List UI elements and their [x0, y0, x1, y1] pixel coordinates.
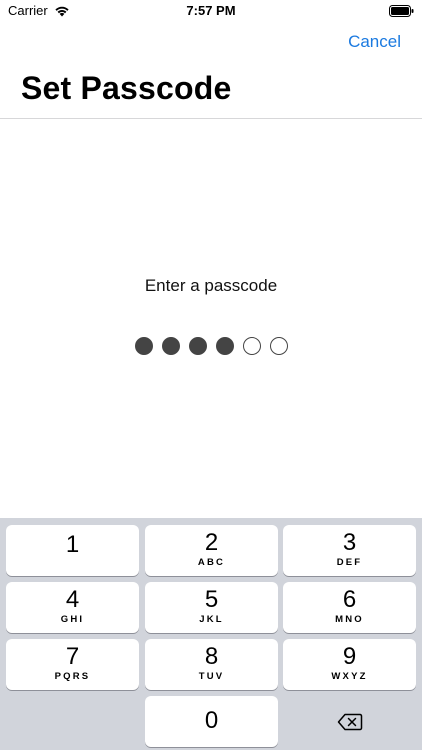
key-9[interactable]: 9 WXYZ [283, 639, 416, 690]
key-digit: 1 [65, 531, 80, 558]
passcode-dot-empty [269, 337, 288, 355]
key-letters: WXYZ [331, 671, 368, 682]
key-6[interactable]: 6 MNO [283, 582, 416, 633]
key-digit: 2 [204, 529, 219, 556]
passcode-dot-filled [134, 337, 153, 355]
battery-icon [389, 5, 414, 17]
key-letters: MNO [335, 614, 364, 625]
passcode-dot-filled [161, 337, 180, 355]
passcode-dot-empty [242, 337, 261, 355]
key-letters: DEF [336, 557, 363, 568]
key-digit: 5 [204, 586, 219, 613]
delete-button[interactable] [283, 696, 416, 747]
passcode-dot-filled [215, 337, 234, 355]
passcode-dot-filled [188, 337, 207, 355]
key-digit: 0 [204, 707, 219, 734]
number-keypad: 0 1 2 ABC 3 DEF 4 GHI 5 JKL 6 MNO 7 PQRS 8 TUV 9 WXYZ [0, 518, 422, 750]
key-letters: TUV [198, 671, 225, 682]
page-title: Set Passcode [21, 70, 232, 106]
key-7[interactable]: 7 PQRS [6, 639, 139, 690]
cancel-button[interactable]: Cancel [348, 32, 401, 52]
status-bar: Carrier 7:57 PM [0, 0, 422, 24]
key-letters: ABC [197, 557, 226, 568]
key-digit: 7 [65, 643, 80, 670]
key-8[interactable]: 8 TUV [145, 639, 278, 690]
key-5[interactable]: 5 JKL [145, 582, 278, 633]
key-0[interactable]: 0 [145, 696, 278, 747]
passcode-dots [0, 337, 422, 355]
key-letters: JKL [199, 614, 224, 625]
key-3[interactable]: 3 DEF [283, 525, 416, 576]
key-letters: GHI [60, 614, 85, 625]
key-digit: 6 [342, 586, 357, 613]
key-4[interactable]: 4 GHI [6, 582, 139, 633]
key-digit: 4 [65, 586, 80, 613]
key-digit: 9 [342, 643, 357, 670]
key-digit: 3 [342, 529, 357, 556]
key-digit: 8 [204, 643, 219, 670]
navigation-bar: Cancel Set Passcode [0, 24, 422, 119]
key-2[interactable]: 2 ABC [145, 525, 278, 576]
status-time: 7:57 PM [186, 3, 236, 18]
passcode-prompt: Enter a passcode [144, 276, 278, 295]
key-1[interactable]: 1 [6, 525, 139, 576]
key-letters: PQRS [54, 671, 91, 682]
backspace-icon [337, 713, 362, 730]
